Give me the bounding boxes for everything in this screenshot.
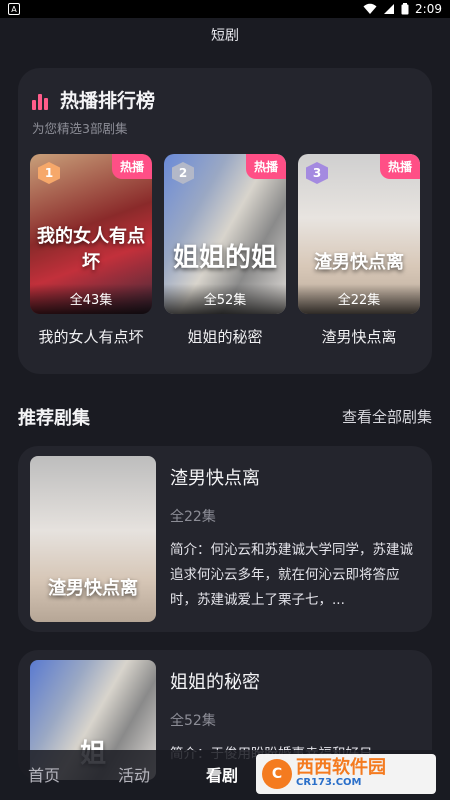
hot-title-3[interactable]: 渣男快点离 [298,326,420,347]
nav-activity[interactable]: 活动 [118,762,150,786]
watermark-logo-icon: C [262,759,292,789]
recommend-title-2: 姐姐的秘密 [170,672,260,693]
poster-title-art-3: 渣男快点离 [314,252,404,273]
watermark-url: CR173.COM [296,777,362,789]
hot-tag-3: 热播 [379,154,420,179]
app-title: 短剧 [0,18,450,52]
hot-poster-3[interactable]: 3 热播 渣男快点离 全22集 [298,154,420,314]
hot-title-1[interactable]: 我的女人有点坏 [30,326,152,347]
recommend-cover-title-art-1: 渣男快点离 [48,578,138,599]
chart-bars-icon [32,90,52,110]
wifi-icon [363,3,377,15]
hot-ranking-card: 热播排行榜 为您精选3部剧集 1 热播 我的女人有点坏 全43集 我的女人有点坏… [18,68,432,374]
episode-count-1: 全43集 [30,284,152,314]
status-time: 2:09 [415,2,442,16]
episode-count-2: 全52集 [164,284,286,314]
recommend-heading: 推荐剧集 [18,408,90,429]
view-all-link[interactable]: 查看全部剧集 [342,406,432,427]
recommend-desc-1: 简介：何沁云和苏建诚大学同学，苏建诚追求何沁云多年，就在何沁云即将答应时，苏建诚… [170,542,413,608]
watermark-brand: 西西软件园 [296,757,386,779]
notification-icon: A [8,3,20,15]
poster-title-art-1: 我的女人有点坏 [37,226,145,273]
hot-title-2[interactable]: 姐姐的秘密 [164,326,286,347]
hot-tag-1: 热播 [111,154,152,179]
nav-watch[interactable]: 看剧 [206,762,238,786]
hot-ranking-title: 热播排行榜 [60,90,156,112]
signal-icon [383,3,395,15]
recommend-card-1[interactable]: 渣男快点离 渣男快点离 全22集 简介：何沁云和苏建诚大学同学，苏建诚追求何沁云… [18,446,432,632]
recommend-episodes-2: 全52集 [170,713,216,729]
episode-count-3: 全22集 [298,284,420,314]
status-bar: A 2:09 [0,0,450,18]
recommend-episodes-1: 全22集 [170,509,216,525]
recommend-title-1: 渣男快点离 [170,468,260,489]
watermark: C 西西软件园 CR173.COM [256,754,436,794]
nav-home[interactable]: 首页 [28,762,60,786]
recommend-cover-1[interactable]: 渣男快点离 [30,456,156,622]
hot-ranking-subtitle: 为您精选3部剧集 [32,121,128,136]
battery-icon [401,3,409,15]
hot-tag-2: 热播 [245,154,286,179]
hot-poster-2[interactable]: 2 热播 姐姐的姐 全52集 [164,154,286,314]
hot-poster-1[interactable]: 1 热播 我的女人有点坏 全43集 [30,154,152,314]
poster-title-art-2: 姐姐的姐 [172,243,277,273]
